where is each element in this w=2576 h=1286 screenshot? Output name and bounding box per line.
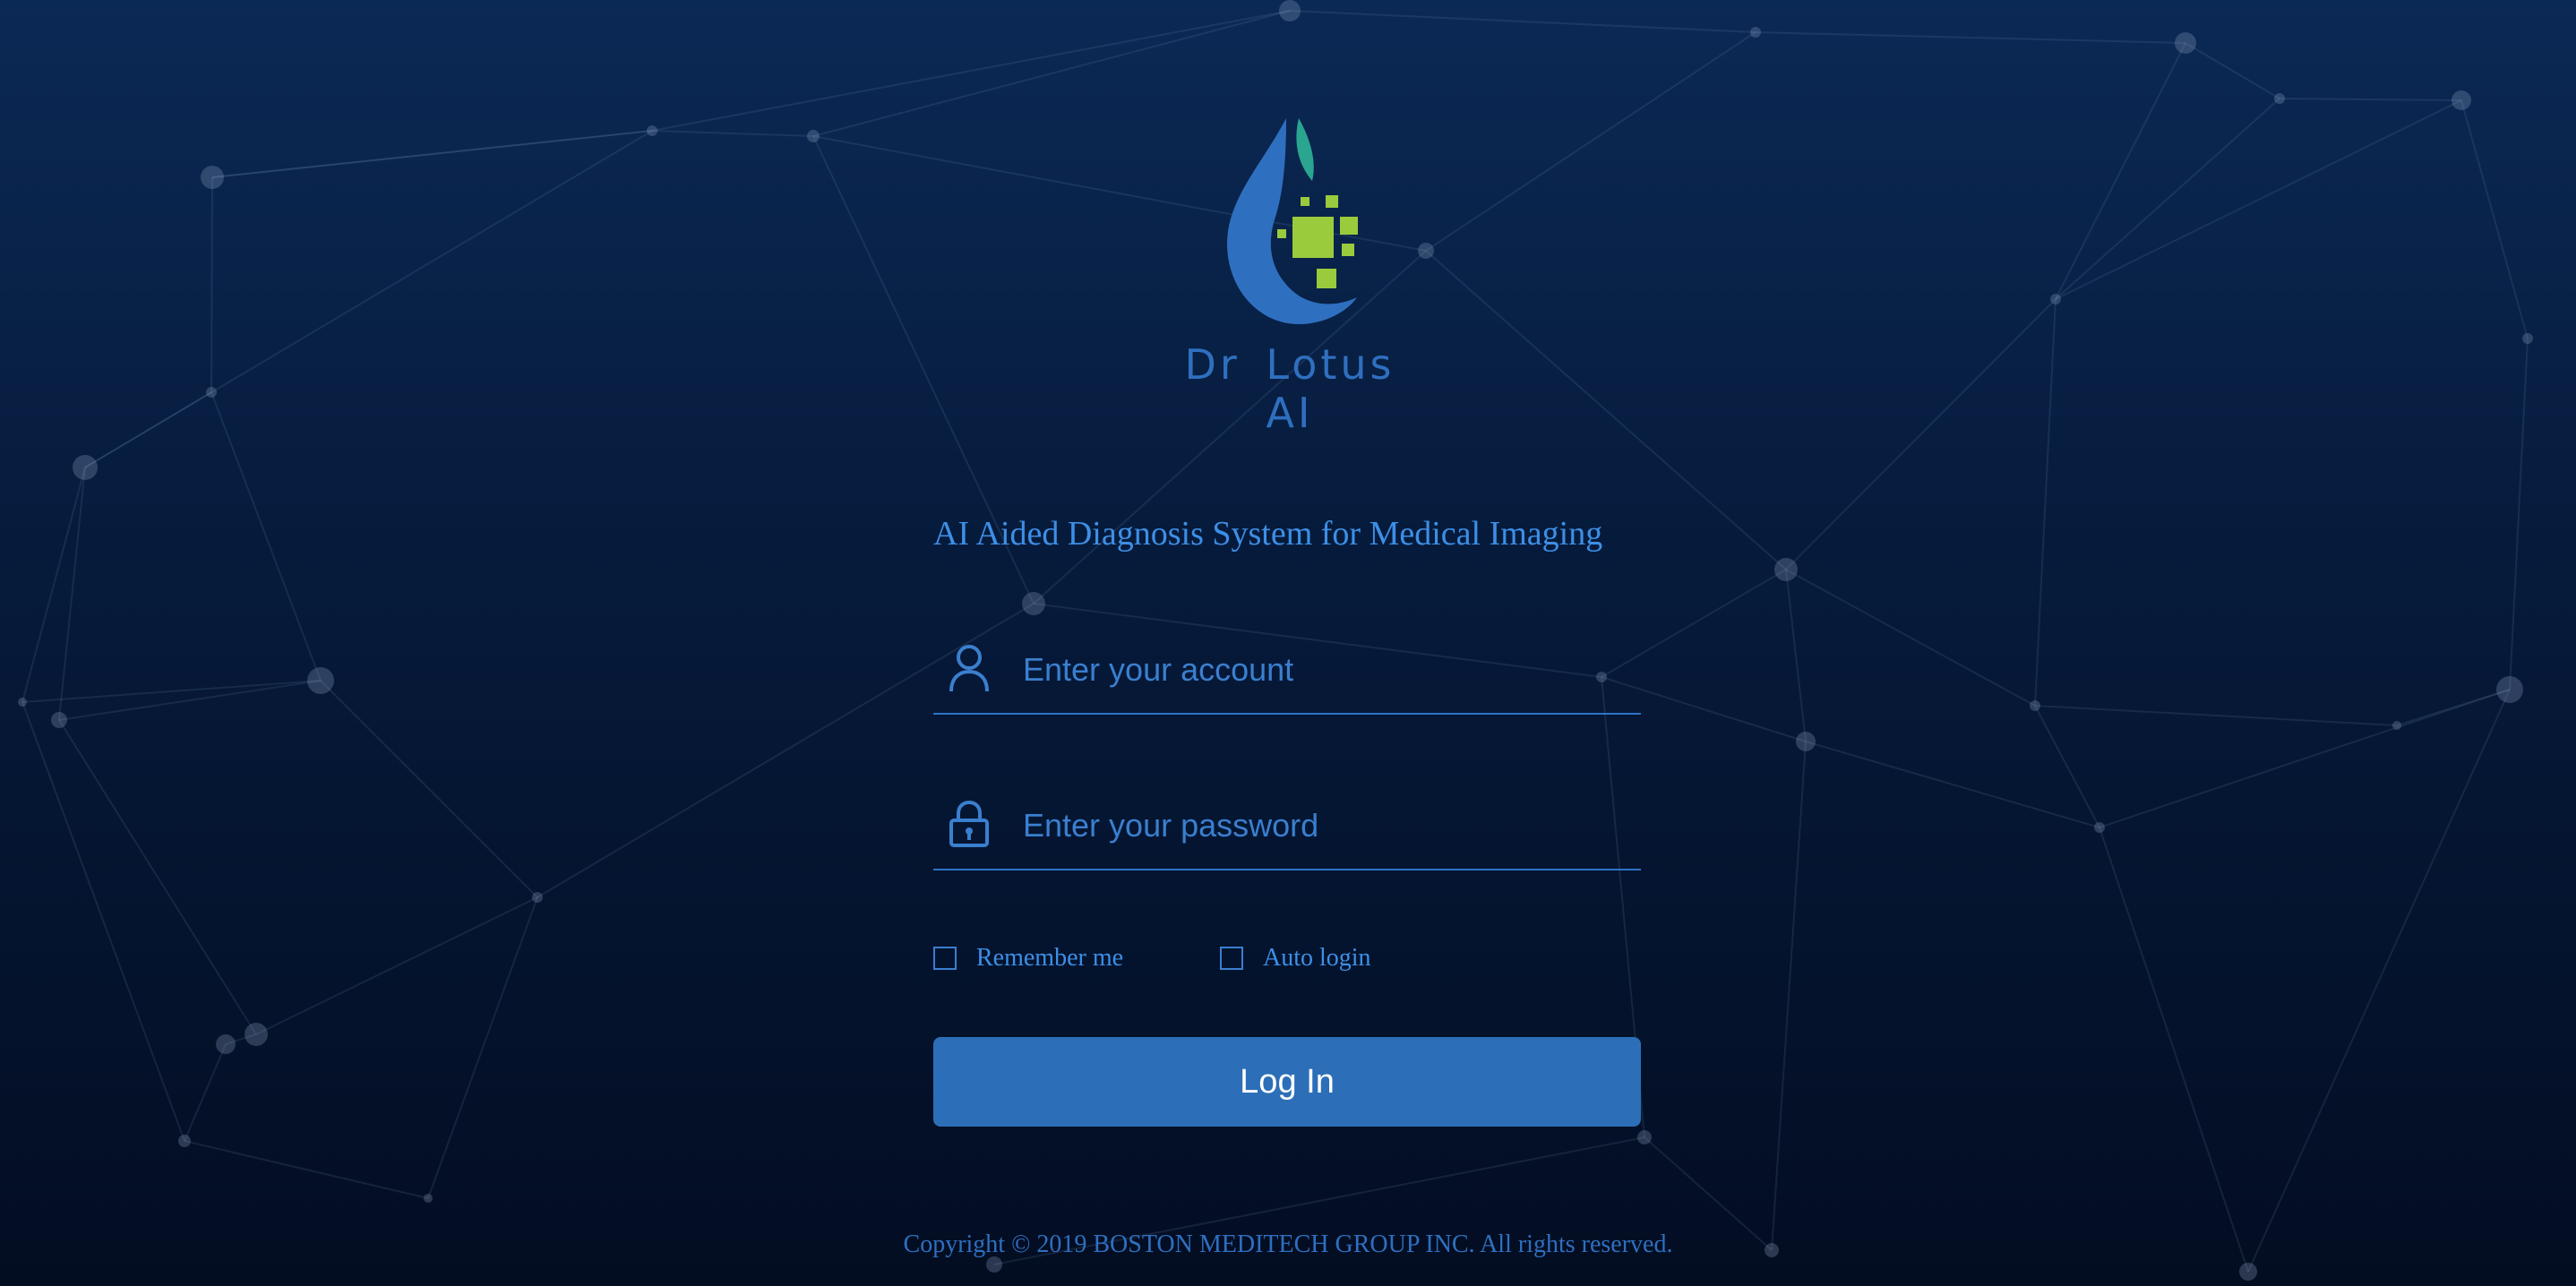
- account-field: [933, 632, 1641, 715]
- brand-name: Dr Lotus AI: [1184, 340, 1395, 437]
- password-field: [933, 788, 1641, 870]
- password-input[interactable]: [1021, 795, 1634, 856]
- account-input[interactable]: [1021, 639, 1634, 700]
- copyright-text: Copyright © 2019 BOSTON MEDITECH GROUP I…: [903, 1230, 1673, 1258]
- brand-logo: Dr Lotus AI: [1155, 109, 1424, 437]
- remember-me-checkbox[interactable]: Remember me: [933, 942, 1123, 974]
- user-icon: [946, 641, 992, 695]
- remember-me-box[interactable]: [933, 947, 957, 970]
- login-button[interactable]: Log In: [933, 1037, 1641, 1127]
- remember-me-label: Remember me: [976, 944, 1124, 972]
- auto-login-label: Auto login: [1263, 944, 1371, 972]
- water-drop-pixel-logo-icon: [1227, 118, 1358, 324]
- system-title: AI Aided Diagnosis System for Medical Im…: [933, 515, 1603, 553]
- lock-icon: [946, 797, 992, 851]
- auto-login-box[interactable]: [1220, 947, 1243, 970]
- auto-login-checkbox[interactable]: Auto login: [1220, 942, 1371, 974]
